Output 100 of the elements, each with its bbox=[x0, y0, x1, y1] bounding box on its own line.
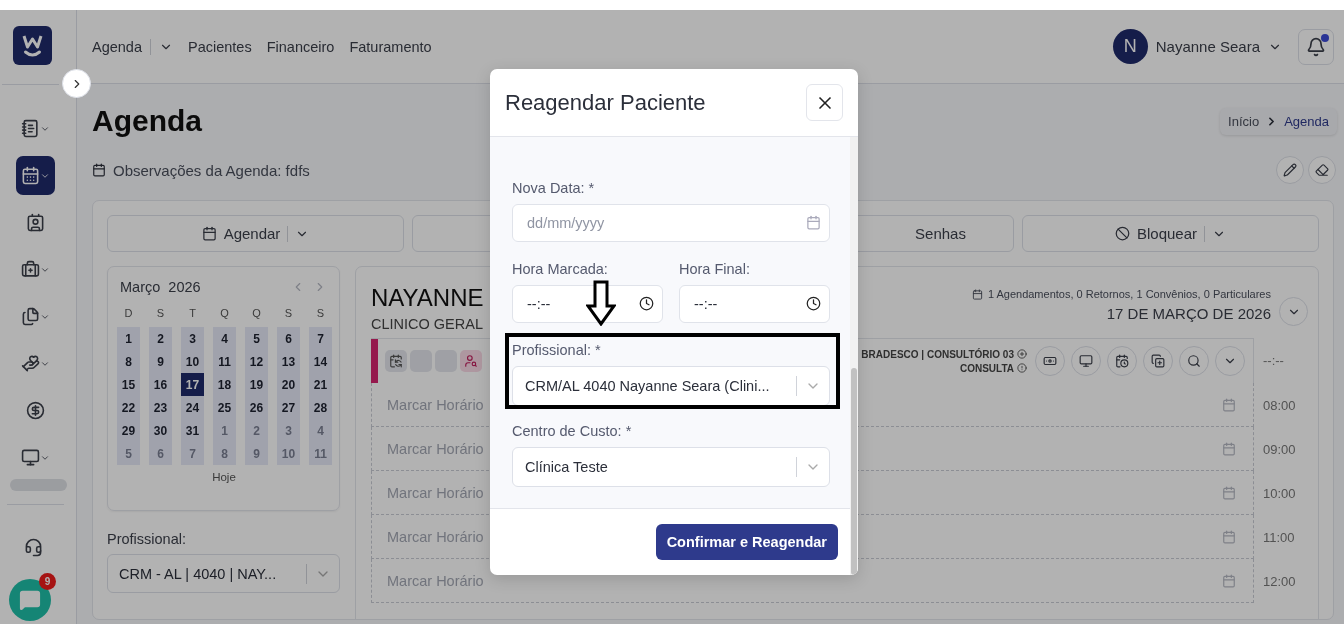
calendar-icon bbox=[21, 166, 40, 185]
tool-button[interactable] bbox=[460, 350, 482, 372]
calendar-month: Março 2026 bbox=[120, 279, 201, 295]
professional-select[interactable]: CRM - AL | 4040 | NAY... bbox=[107, 554, 340, 593]
calendar-day[interactable]: 25 bbox=[213, 396, 236, 419]
action-button[interactable]: Agendar bbox=[107, 215, 404, 252]
calendar-day[interactable]: 16 bbox=[149, 373, 172, 396]
nav-link[interactable]: Agenda bbox=[92, 38, 173, 55]
breadcrumb-link[interactable]: Agenda bbox=[1284, 113, 1329, 129]
tool-button[interactable] bbox=[385, 350, 407, 372]
eraser-icon bbox=[1315, 163, 1329, 177]
time-field[interactable]: --:-- bbox=[679, 285, 830, 323]
copy-icon bbox=[1151, 354, 1165, 368]
calendar-day[interactable]: 13 bbox=[277, 350, 300, 373]
block-icon bbox=[1114, 226, 1130, 241]
nav-link[interactable]: Financeiro bbox=[266, 38, 335, 55]
info-icon bbox=[1017, 363, 1027, 373]
calendar-day[interactable]: 9 bbox=[149, 350, 172, 373]
bell-icon bbox=[1306, 36, 1326, 57]
calendar-icon bbox=[1222, 397, 1236, 412]
user-menu[interactable]: N Nayanne Seara bbox=[1112, 29, 1282, 64]
calendar-day[interactable]: 8 bbox=[117, 350, 140, 373]
today-button[interactable]: Hoje bbox=[212, 471, 236, 483]
doctor-name: NAYANNE bbox=[371, 283, 484, 313]
time-label: 10:00 bbox=[1263, 485, 1296, 501]
field-label: Nova Data: * bbox=[512, 180, 596, 197]
time-label: 08:00 bbox=[1263, 397, 1296, 413]
calendar-day[interactable]: 5 bbox=[245, 327, 268, 350]
calendar-day[interactable]: 30 bbox=[149, 419, 172, 442]
calendar-day[interactable]: 29 bbox=[117, 419, 140, 442]
agenda-notes: Observações da Agenda: fdfs bbox=[113, 161, 310, 179]
confirm-button[interactable]: Confirmar e Reagendar bbox=[655, 523, 838, 560]
weekday-label: S bbox=[283, 307, 294, 321]
field-label: Profissional: bbox=[107, 531, 187, 547]
column-tool-button[interactable] bbox=[1179, 346, 1209, 376]
nav-link[interactable]: Faturamento bbox=[349, 38, 432, 55]
professional-select[interactable]: CRM/AL 4040 Nayanne Seara (Clini... bbox=[512, 366, 830, 406]
time-label: 09:00 bbox=[1263, 441, 1296, 457]
notifications-button[interactable] bbox=[1298, 28, 1334, 65]
appointment-summary: 1 Agendamentos, 0 Retornos, 1 Convênios, 0 Particulares bbox=[987, 288, 1271, 300]
calendar-icon bbox=[806, 215, 821, 230]
cost-center-select[interactable]: Clínica Teste bbox=[512, 447, 830, 487]
calendar-day[interactable]: 15 bbox=[117, 373, 140, 396]
calendar-day[interactable]: 26 bbox=[245, 396, 268, 419]
logo-icon[interactable] bbox=[13, 26, 52, 65]
calendar-day[interactable]: 12 bbox=[245, 350, 268, 373]
calendar-day[interactable]: 31 bbox=[181, 419, 204, 442]
weekday-label: Q bbox=[251, 307, 262, 321]
schedule-date: 17 DE MARÇO DE 2026 bbox=[1106, 305, 1271, 322]
column-tool-button[interactable] bbox=[1035, 346, 1065, 376]
pencil-icon bbox=[1283, 163, 1297, 177]
calendar-day[interactable]: 24 bbox=[181, 396, 204, 419]
weekday-label: Q bbox=[219, 307, 230, 321]
calendar-day[interactable]: 22 bbox=[117, 396, 140, 419]
calendar-day[interactable]: 19 bbox=[245, 373, 268, 396]
calendar-day[interactable]: 28 bbox=[309, 396, 332, 419]
calendar-day[interactable]: 21 bbox=[309, 373, 332, 396]
calendar-day[interactable]: 10 bbox=[181, 350, 204, 373]
weekday-label: S bbox=[155, 307, 166, 321]
calendar-day[interactable]: 1 bbox=[117, 327, 140, 350]
calendar-day[interactable]: 3 bbox=[181, 327, 204, 350]
calendar-day[interactable]: 2 bbox=[149, 327, 172, 350]
weekday-label: D bbox=[123, 307, 134, 321]
calendar-clock-icon bbox=[1115, 354, 1129, 368]
chat-button[interactable] bbox=[9, 579, 51, 621]
eraser-button[interactable] bbox=[1308, 156, 1336, 184]
column-tool-button[interactable] bbox=[1071, 346, 1101, 376]
dollar-icon bbox=[26, 401, 45, 420]
date-field[interactable]: dd/mm/yyyy bbox=[512, 204, 830, 242]
files-icon bbox=[21, 307, 40, 326]
avatar: N bbox=[1112, 29, 1148, 64]
calendar-day[interactable]: 7 bbox=[309, 327, 332, 350]
calendar-day[interactable]: 11 bbox=[213, 350, 236, 373]
field-label: Hora Marcada: bbox=[512, 261, 609, 278]
close-button[interactable] bbox=[806, 84, 843, 121]
sidebar-item[interactable] bbox=[16, 156, 55, 195]
edit-button[interactable] bbox=[1276, 156, 1304, 184]
calendar-day[interactable]: 6 bbox=[277, 327, 300, 350]
monitor-icon bbox=[21, 448, 40, 467]
calendar-day[interactable]: 14 bbox=[309, 350, 332, 373]
column-tool-button[interactable] bbox=[1107, 346, 1137, 376]
column-title: BRADESCO | CONSULTÓRIO 03 bbox=[861, 348, 1014, 360]
scrollbar[interactable] bbox=[850, 137, 858, 575]
column-tool-button[interactable] bbox=[1143, 346, 1173, 376]
contact-card-icon bbox=[26, 213, 45, 232]
breadcrumb-link[interactable]: Início bbox=[1228, 113, 1260, 129]
calendar-day[interactable]: 23 bbox=[149, 396, 172, 419]
calendar-icon bbox=[971, 288, 983, 300]
calendar-day[interactable]: 17 bbox=[181, 373, 204, 396]
hand-heart-icon bbox=[21, 354, 40, 373]
notebook-icon bbox=[21, 119, 40, 138]
calendar-day[interactable]: 4 bbox=[213, 327, 236, 350]
calendar-day[interactable]: 18 bbox=[213, 373, 236, 396]
calendar-sync-icon bbox=[389, 354, 403, 368]
headset-icon bbox=[23, 538, 43, 557]
calendar-day[interactable]: 20 bbox=[277, 373, 300, 396]
calendar-icon bbox=[201, 226, 217, 241]
calendar-day[interactable]: 27 bbox=[277, 396, 300, 419]
action-button[interactable]: Bloquear bbox=[1022, 215, 1319, 252]
nav-link[interactable]: Pacientes bbox=[188, 38, 252, 55]
